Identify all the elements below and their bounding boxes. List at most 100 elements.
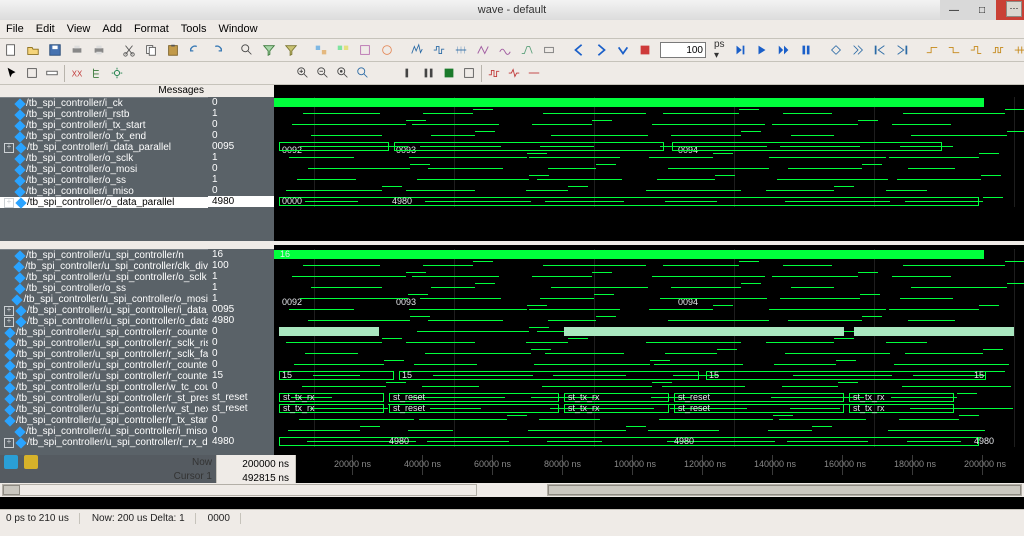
signal-row[interactable]: /tb_spi_controller/u_spi_controller/r_co… [0, 327, 208, 338]
menu-tools[interactable]: Tools [181, 23, 207, 35]
signal-row[interactable]: +/tb_spi_controller/i_data_parallel [0, 142, 208, 153]
menu-file[interactable]: File [6, 23, 24, 35]
signal-row[interactable]: +/tb_spi_controller/u_spi_controller/i_d… [0, 305, 208, 316]
signal-row[interactable]: /tb_spi_controller/u_spi_controller/r_st… [0, 393, 208, 404]
gear-icon[interactable] [109, 65, 125, 81]
wave4-icon[interactable] [476, 42, 490, 58]
signal-row[interactable]: /tb_spi_controller/u_spi_controller/r_tx… [0, 415, 208, 426]
misc4-icon[interactable] [380, 42, 394, 58]
signal-row[interactable]: /tb_spi_controller/u_spi_controller/w_st… [0, 404, 208, 415]
sq1-icon[interactable] [401, 65, 417, 81]
new-file-icon[interactable] [4, 42, 18, 58]
signal-names-column[interactable]: Messages /tb_spi_controller/i_ck/tb_spi_… [0, 85, 208, 241]
down-arrow-icon[interactable] [616, 42, 630, 58]
signal-row[interactable]: /tb_spi_controller/i_tx_start [0, 120, 208, 131]
ruler-icon[interactable] [44, 65, 60, 81]
pause-icon[interactable] [799, 42, 813, 58]
cursor-right-icon[interactable] [851, 42, 865, 58]
signal-row[interactable]: /tb_spi_controller/i_ck [0, 98, 208, 109]
wave7-icon[interactable] [542, 42, 556, 58]
save-icon[interactable] [48, 42, 62, 58]
run-icon[interactable] [755, 42, 769, 58]
time-ruler[interactable]: 20000 ns40000 ns60000 ns80000 ns100000 n… [296, 455, 1024, 475]
signal-row[interactable]: /tb_spi_controller/o_sclk [0, 153, 208, 164]
expand-icon[interactable]: + [4, 317, 14, 327]
time-unit-label[interactable]: ps ▾ [714, 39, 725, 61]
right-arrow-icon[interactable] [594, 42, 608, 58]
waveform-area-2[interactable]: 0092009300941615151515st_tx_rxst_resetst… [274, 245, 1024, 455]
menu-edit[interactable]: Edit [36, 23, 55, 35]
signal-row[interactable]: /tb_spi_controller/o_ss [0, 283, 208, 294]
undo-icon[interactable] [188, 42, 202, 58]
cursor-first-icon[interactable] [873, 42, 887, 58]
signal-values-column-2[interactable]: 16100111009549800000150st_resetst_reset0… [208, 245, 274, 455]
misc2-icon[interactable] [336, 42, 350, 58]
signal-row[interactable]: /tb_spi_controller/u_spi_controller/r_co… [0, 371, 208, 382]
sq3-icon[interactable] [441, 65, 457, 81]
signal-row[interactable]: /tb_spi_controller/u_spi_controller/i_mi… [0, 426, 208, 437]
signal-row[interactable]: /tb_spi_controller/o_mosi [0, 164, 208, 175]
stop-icon[interactable] [638, 42, 652, 58]
sq4-icon[interactable] [461, 65, 477, 81]
cut-icon[interactable] [122, 42, 136, 58]
filter-icon[interactable] [262, 42, 276, 58]
toggle1-icon[interactable] [4, 455, 18, 469]
signal-row[interactable]: /tb_spi_controller/u_spi_controller/w_tc… [0, 382, 208, 393]
signal-row[interactable]: +/tb_spi_controller/u_spi_controller/r_r… [0, 437, 208, 448]
signal-row[interactable]: /tb_spi_controller/o_tx_end [0, 131, 208, 142]
edge4-icon[interactable] [991, 42, 1005, 58]
redo-icon[interactable] [210, 42, 224, 58]
sq2-icon[interactable] [421, 65, 437, 81]
waveform3-icon[interactable] [526, 65, 542, 81]
wave3-icon[interactable] [454, 42, 468, 58]
edge3-icon[interactable] [969, 42, 983, 58]
signal-row[interactable]: /tb_spi_controller/u_spi_controller/r_sc… [0, 349, 208, 360]
signal-row[interactable]: /tb_spi_controller/o_ss [0, 175, 208, 186]
signal-row[interactable]: /tb_spi_controller/u_spi_controller/n [0, 250, 208, 261]
zoom-out-icon[interactable] [315, 65, 331, 81]
misc1-icon[interactable] [314, 42, 328, 58]
expand-icon[interactable]: + [4, 143, 14, 153]
maximize-button[interactable]: □ [968, 0, 996, 20]
wave2-icon[interactable] [432, 42, 446, 58]
zoom-prev-icon[interactable] [355, 65, 371, 81]
signal-row[interactable]: +/tb_spi_controller/u_spi_controller/o_d… [0, 316, 208, 327]
run-all-icon[interactable] [777, 42, 791, 58]
wave6-icon[interactable] [520, 42, 534, 58]
edge2-icon[interactable] [947, 42, 961, 58]
waveform-icon[interactable] [486, 65, 502, 81]
signal-row[interactable]: /tb_spi_controller/i_miso [0, 186, 208, 197]
expand-icon[interactable]: + [4, 306, 14, 316]
edge5-icon[interactable] [1013, 42, 1024, 58]
left-arrow-icon[interactable] [572, 42, 586, 58]
paste-icon[interactable] [166, 42, 180, 58]
expand-icon[interactable]: + [4, 198, 14, 208]
open-file-icon[interactable] [26, 42, 40, 58]
wave5-icon[interactable] [498, 42, 512, 58]
zoom-full-icon[interactable] [335, 65, 351, 81]
step-forward-icon[interactable] [733, 42, 747, 58]
wave1-icon[interactable] [410, 42, 424, 58]
tree-icon[interactable] [89, 65, 105, 81]
signal-row[interactable]: /tb_spi_controller/u_spi_controller/r_sc… [0, 338, 208, 349]
zoom-in-icon[interactable] [295, 65, 311, 81]
waveform2-icon[interactable] [506, 65, 522, 81]
signal-row[interactable]: /tb_spi_controller/u_spi_controller/r_co… [0, 360, 208, 371]
menu-view[interactable]: View [67, 23, 91, 35]
grab-icon[interactable] [24, 65, 40, 81]
menu-format[interactable]: Format [134, 23, 169, 35]
sig-scroll-thumb[interactable] [3, 485, 20, 495]
filter2-icon[interactable] [284, 42, 298, 58]
waveform-area-1[interactable]: 00920093009400004980 [274, 85, 1024, 241]
signal-row[interactable]: /tb_spi_controller/u_spi_controller/o_mo… [0, 294, 208, 305]
edge1-icon[interactable] [925, 42, 939, 58]
signal-names-column-2[interactable]: /tb_spi_controller/u_spi_controller/n/tb… [0, 245, 208, 455]
signal-row[interactable]: /tb_spi_controller/u_spi_controller/clk_… [0, 261, 208, 272]
copy-icon[interactable] [144, 42, 158, 58]
misc3-icon[interactable] [358, 42, 372, 58]
print-icon[interactable] [70, 42, 84, 58]
time-input[interactable] [660, 42, 706, 58]
wave-scroll-thumb[interactable] [548, 485, 1021, 495]
print2-icon[interactable] [92, 42, 106, 58]
cursor-last-icon[interactable] [895, 42, 909, 58]
